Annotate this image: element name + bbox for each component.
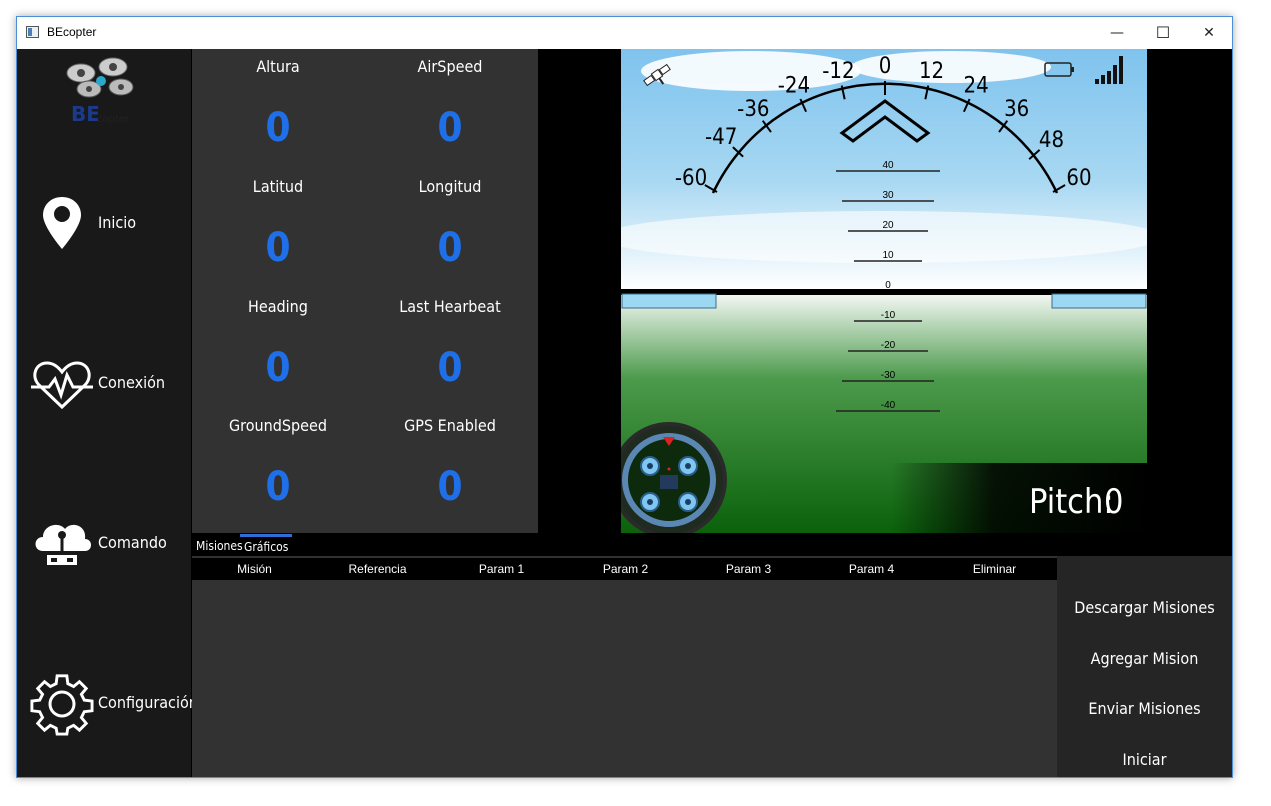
telemetry-last-heartbeat: Last Hearbeat 0 (364, 296, 536, 390)
pitch-label-tick: 20 (882, 220, 894, 231)
gear-icon (30, 674, 94, 736)
telemetry-value: 0 (265, 464, 291, 510)
roll-tick-label: 0 (879, 54, 892, 79)
sidebar: BE copter Inicio Conexión Comando Config… (17, 49, 198, 777)
telemetry-panel: Altura 0 AirSpeed 0 Latitud 0 Longitud 0… (192, 49, 538, 533)
telemetry-label: GroundSpeed (228, 416, 328, 435)
pitch-value: 0 (1104, 482, 1123, 522)
telemetry-value: 0 (265, 225, 291, 271)
start-button[interactable]: Iniciar (1057, 740, 1232, 777)
telemetry-label: Latitud (252, 177, 304, 196)
column-header-eliminar[interactable]: Eliminar (933, 558, 1056, 580)
app-logo: BE copter (63, 53, 143, 129)
compass-drone-icon (621, 422, 727, 533)
telemetry-value: 0 (437, 345, 463, 391)
send-missions-button[interactable]: Enviar Misiones (1057, 689, 1232, 729)
telemetry-groundspeed: GroundSpeed 0 (192, 415, 364, 509)
mission-table: Misión Referencia Param 1 Param 2 Param … (192, 556, 1057, 777)
pitch-label: Pitch: (1029, 482, 1114, 522)
pitch-label-tick: 40 (882, 160, 894, 171)
telemetry-heading: Heading 0 (192, 296, 364, 390)
roll-tick-label: -47 (705, 125, 737, 150)
add-mission-button[interactable]: Agregar Mision (1057, 639, 1232, 679)
tab-bar: Misiones Gráficos (192, 534, 1232, 556)
telemetry-value: 0 (437, 105, 463, 151)
attitude-indicator: -60 -47 -36 -24 -12 0 12 24 36 48 60 40 30 20 10 0 -10 -… (621, 49, 1147, 533)
column-header-referencia[interactable]: Referencia (316, 558, 439, 580)
nav-label-inicio: Inicio (98, 213, 137, 232)
nav-label-comando: Comando (98, 533, 167, 552)
roll-tick-label: 36 (1004, 97, 1029, 122)
logo-text-copter: copter (97, 114, 130, 125)
telemetry-value: 0 (437, 225, 463, 271)
mission-table-header: Misión Referencia Param 1 Param 2 Param … (192, 558, 1057, 580)
nav-item-configuracion[interactable]: Configuración (17, 665, 198, 745)
maximize-button[interactable]: ☐ (1140, 17, 1186, 49)
cloud-joystick-icon (35, 524, 91, 565)
roll-tick-label: 60 (1066, 166, 1091, 191)
telemetry-value: 0 (437, 464, 463, 510)
telemetry-label: Longitud (418, 177, 482, 196)
app-icon (26, 26, 39, 38)
telemetry-value: 0 (265, 345, 291, 391)
drone-logo-icon: BE copter (66, 57, 134, 126)
pitch-label-tick: 0 (885, 280, 891, 291)
hud-svg: -60 -47-36 -24 -12 0 12 24 36 4860 40 30 20 10 0 -10 -… (621, 49, 1147, 533)
roll-tick-label: 24 (964, 73, 989, 98)
roll-tick-label: 48 (1039, 128, 1064, 153)
column-header-param2[interactable]: Param 2 (564, 558, 687, 580)
nav-label-conexion: Conexión (98, 373, 166, 392)
column-header-mision[interactable]: Misión (193, 558, 316, 580)
telemetry-label: AirSpeed (417, 57, 483, 76)
telemetry-airspeed: AirSpeed 0 (364, 56, 536, 150)
left-wing-marker (621, 293, 717, 309)
map-pin-icon (43, 197, 81, 249)
column-header-param3[interactable]: Param 3 (687, 558, 810, 580)
nav-label-configuracion: Configuración (98, 693, 198, 712)
logo-text-be: BE (71, 102, 100, 126)
roll-tick-label: -12 (822, 59, 854, 84)
nav-item-inicio[interactable]: Inicio (17, 185, 191, 265)
minimize-button[interactable]: — (1094, 17, 1140, 49)
pitch-label-tick: -10 (881, 310, 896, 321)
pitch-label-tick: -30 (881, 370, 896, 381)
roll-tick-label: -36 (737, 97, 769, 122)
roll-tick-label: -60 (675, 166, 707, 191)
nav-item-conexion[interactable]: Conexión (17, 345, 191, 425)
title-bar[interactable]: BEcopter — ☐ ✕ (17, 17, 1232, 49)
column-header-param4[interactable]: Param 4 (810, 558, 933, 580)
telemetry-label: Last Hearbeat (399, 297, 501, 316)
telemetry-value: 0 (265, 105, 291, 151)
pitch-label-tick: 30 (882, 190, 894, 201)
telemetry-label: Heading (248, 297, 308, 316)
pitch-label-tick: -20 (881, 340, 896, 351)
telemetry-label: Altura (256, 57, 300, 76)
tab-misiones[interactable]: Misiones (192, 536, 247, 556)
telemetry-longitud: Longitud 0 (364, 176, 536, 270)
close-button[interactable]: ✕ (1186, 17, 1232, 49)
telemetry-latitud: Latitud 0 (192, 176, 364, 270)
tab-graficos[interactable]: Gráficos (240, 534, 293, 557)
pitch-label-tick: 10 (882, 250, 894, 261)
roll-tick-label: 12 (919, 59, 944, 84)
telemetry-altura: Altura 0 (192, 56, 364, 150)
pitch-label-tick: -40 (881, 400, 896, 411)
column-header-param1[interactable]: Param 1 (440, 558, 563, 580)
right-wing-marker (1051, 293, 1147, 309)
window-title: BEcopter (47, 25, 97, 39)
mission-actions: Descargar Misiones Agregar Mision Enviar… (1057, 556, 1232, 777)
app-window: BEcopter — ☐ ✕ BE copter Inicio Conexión… (16, 16, 1233, 778)
telemetry-label: GPS Enabled (404, 416, 496, 435)
telemetry-gps-enabled: GPS Enabled 0 (364, 415, 536, 509)
heartbeat-icon (31, 361, 93, 410)
roll-tick-label: -24 (778, 73, 810, 98)
nav-item-comando[interactable]: Comando (17, 505, 191, 585)
download-missions-button[interactable]: Descargar Misiones (1057, 588, 1232, 628)
